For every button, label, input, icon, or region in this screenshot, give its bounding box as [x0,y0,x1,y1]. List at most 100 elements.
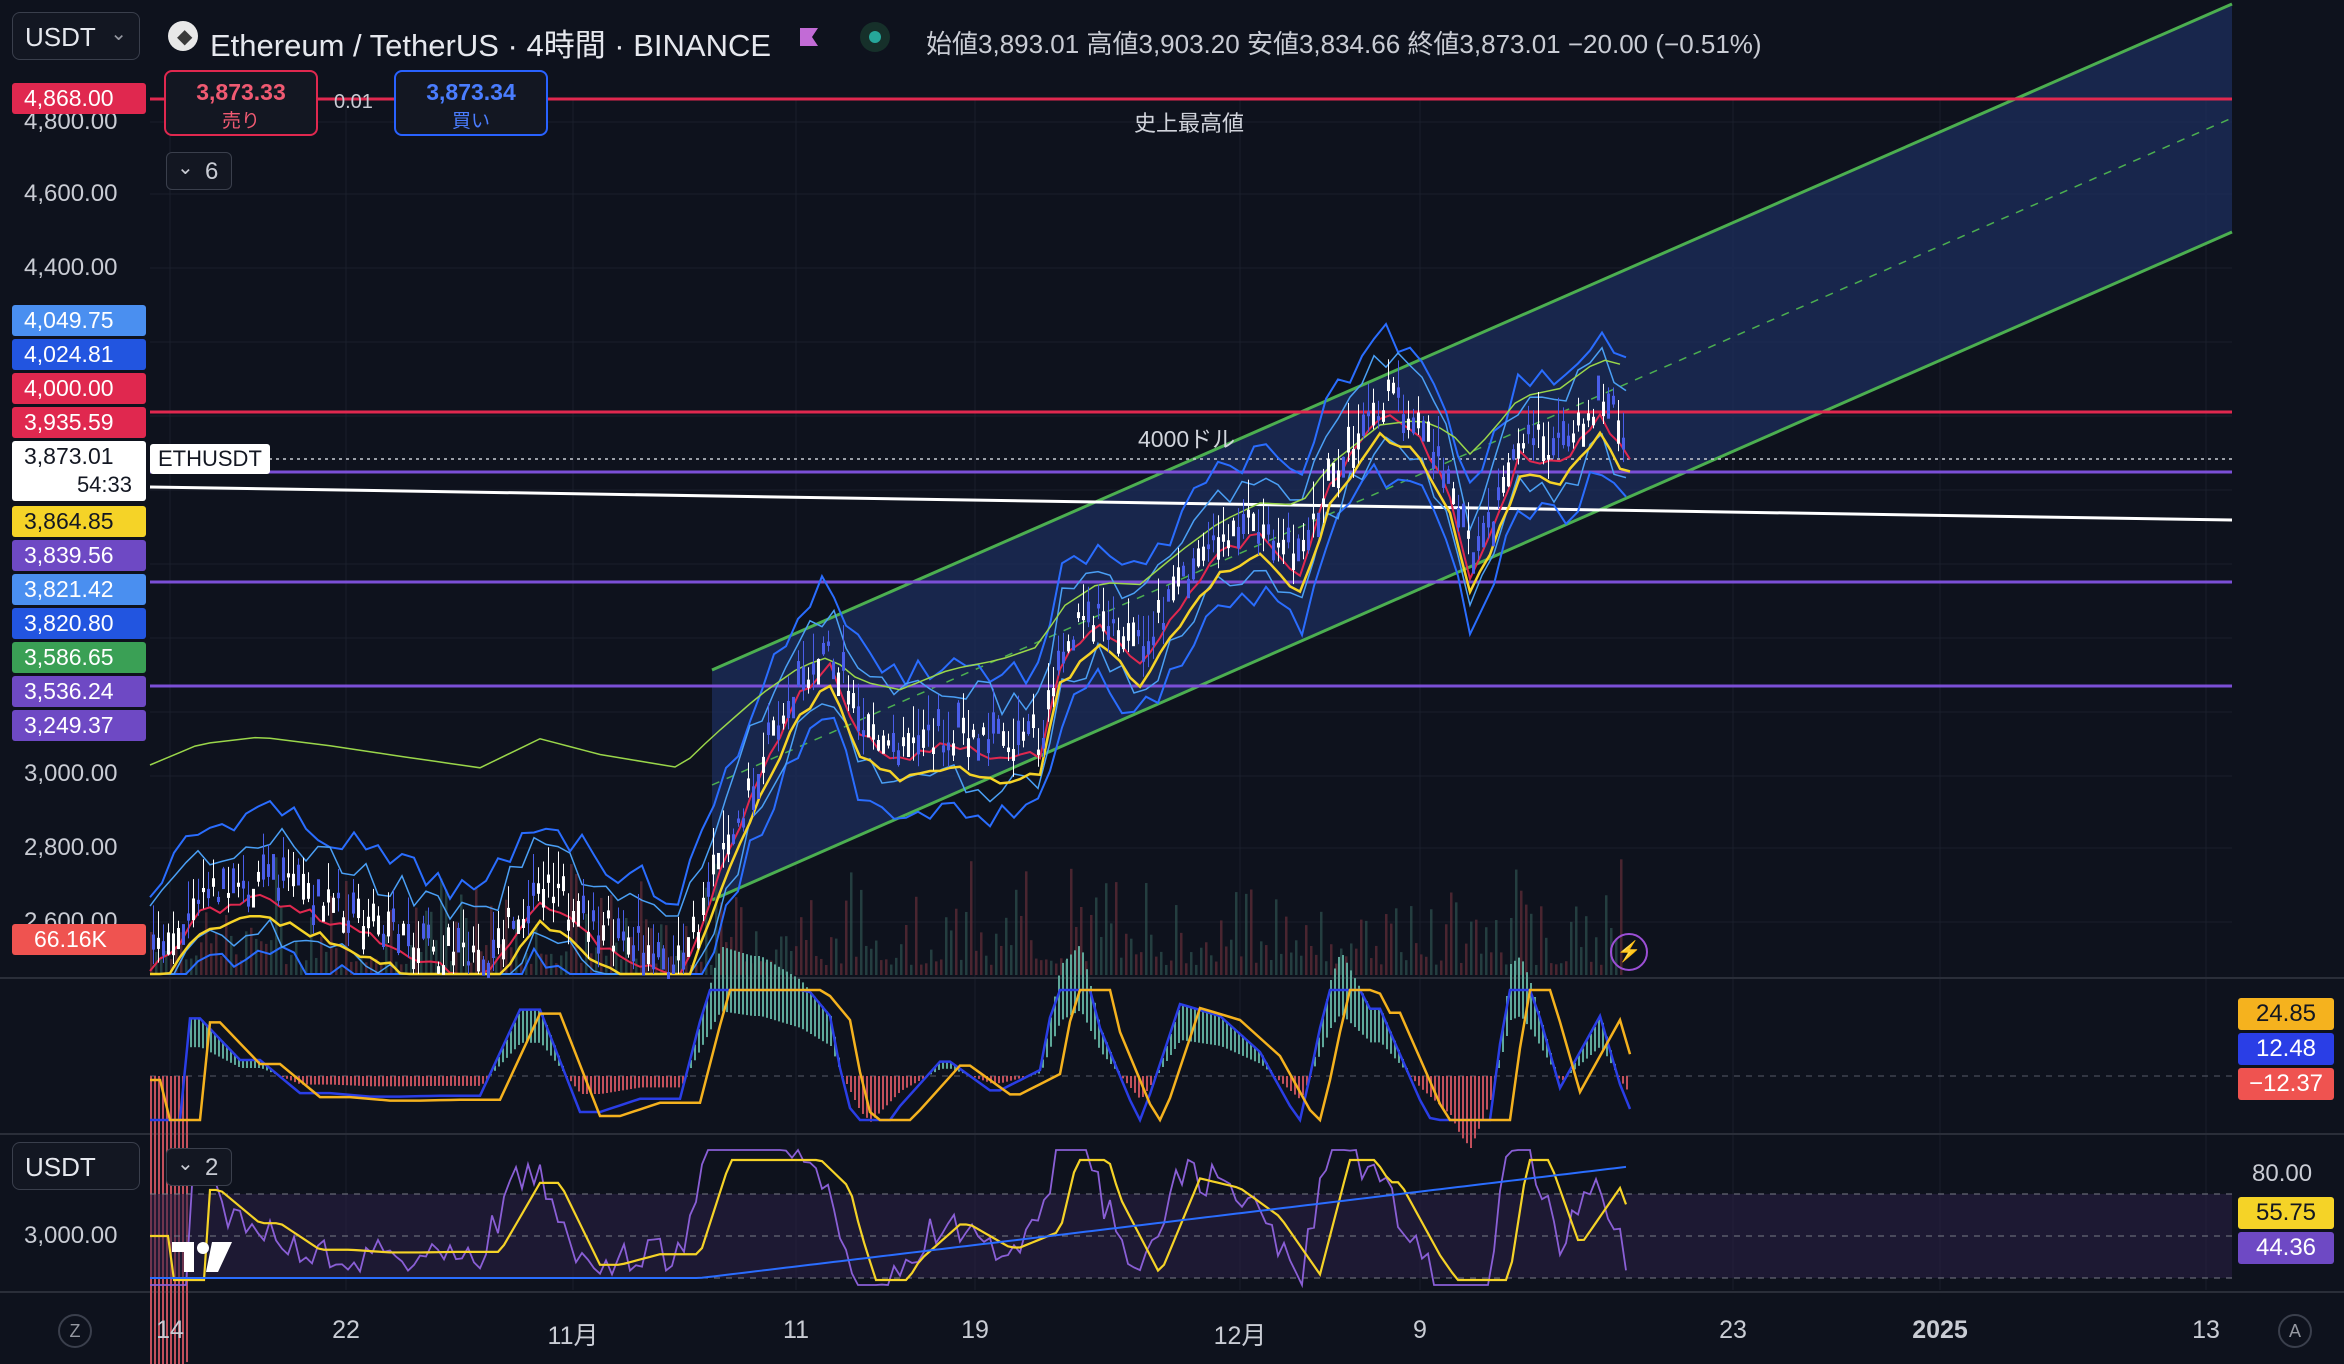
candle-body [1127,623,1130,641]
candle-body [1522,443,1525,449]
macd-bar [758,956,760,1016]
macd-bar [622,1076,624,1091]
volume-bar [1450,892,1453,975]
macd-bar [1334,968,1336,1023]
candle-body [692,916,695,933]
candle-body [712,854,715,875]
tradingview-logo[interactable] [170,1240,236,1274]
price-axis-label: 3,000.00 [24,760,118,787]
macd-bar [366,1076,368,1087]
sell-price: 3,873.33 [196,79,286,105]
macd-bar [1150,1076,1152,1085]
flag-icon[interactable] [798,26,820,48]
volume-bar [385,935,388,975]
macd-tag: −12.37 [2238,1068,2334,1100]
volume-bar [815,955,818,975]
volume-bar [785,936,788,975]
macd-bar [1454,1076,1456,1124]
macd-bar [746,954,748,1016]
market-status-icon[interactable] [860,22,890,52]
volume-bar [1100,936,1103,975]
macd-bar [902,1076,904,1090]
macd-bar [1222,1017,1224,1047]
price-chart[interactable] [0,0,2344,1364]
macd-bar [326,1076,328,1085]
candle-body [927,724,930,731]
macd-bar [798,978,800,1028]
volume-bar [1160,951,1163,975]
macd-bar [1474,1076,1476,1139]
volume-bar [1575,906,1578,975]
volume-bar [1605,895,1608,975]
candle-body [1207,544,1210,550]
macd-bar [998,1076,1000,1084]
candle-body [972,729,975,738]
macd-bar [1482,1076,1484,1120]
zoom-reset-button[interactable]: Z [58,1314,92,1348]
candle-body [807,679,810,688]
macd-bar [1422,1076,1424,1090]
candle-body [197,899,200,904]
price-tag: 3,820.80 [12,608,146,639]
candle-body [1592,416,1595,426]
candle-body [1067,641,1070,652]
rsi-symbol-selector-label: USDT [25,1152,96,1182]
volume-bar [1350,943,1353,975]
candle-body [1177,567,1180,587]
candle-body [1437,446,1440,457]
candle-body [442,965,445,975]
candle-body [277,887,280,901]
candle-body [1547,454,1550,460]
rsi-indicators-toggle[interactable]: ⌄ 2 [166,1148,232,1186]
volume-bar [1390,923,1393,975]
candle-body [207,888,210,899]
macd-bar [1170,1034,1172,1055]
volume-bar [1250,889,1253,975]
chevron-down-icon: ⌄ [177,1153,194,1175]
volume-bar [895,957,898,975]
candle-body [1477,536,1480,551]
candle-body [1052,687,1055,697]
macd-bar [662,1076,664,1088]
macd-bar [342,1076,344,1086]
volume-bar [960,959,963,975]
volume-bar [820,958,823,975]
macd-bar [898,1076,900,1094]
volume-bar [440,878,443,975]
candle-body [492,939,495,959]
volume-bar [1135,954,1138,975]
candle-body [272,854,275,880]
volume-bar [930,949,933,975]
candle-body [1482,522,1485,548]
rsi-symbol-selector[interactable]: USDT [12,1142,140,1190]
candle-body [657,942,660,958]
auto-scale-button[interactable]: A [2278,1314,2312,1348]
ath-annotation[interactable]: 史上最高値 [1134,106,1244,138]
candle-body [952,743,955,756]
chart-title: Ethereum / TetherUS · 4時間 · BINANCE [210,28,772,63]
time-axis-label: 19 [961,1316,989,1344]
macd-bar [202,1020,204,1049]
candle-body [1107,626,1110,640]
sell-button[interactable]: 3,873.33 売り [164,70,318,136]
level-4000-annotation[interactable]: 4000ドル [1138,420,1235,454]
volume-bar [1050,960,1053,975]
lightning-icon[interactable]: ⚡ [1610,933,1648,971]
candle-body [1577,412,1580,426]
macd-bar [358,1076,360,1086]
volume-bar [245,931,248,975]
volume-bar [1040,960,1043,975]
candle-body [627,937,630,955]
candle-body [537,883,540,894]
buy-price: 3,873.34 [426,79,516,105]
candle-body [1452,488,1455,505]
macd-bar [314,1076,316,1085]
candle-body [1567,435,1570,447]
volume-bar [1530,913,1533,975]
buy-button[interactable]: 3,873.34 買い [394,70,548,136]
candle-body [412,947,415,970]
macd-bar [1342,955,1344,1016]
candle-body [1082,615,1085,621]
macd-bar [1286,1076,1288,1088]
indicators-toggle[interactable]: ⌄ 6 [166,152,232,190]
